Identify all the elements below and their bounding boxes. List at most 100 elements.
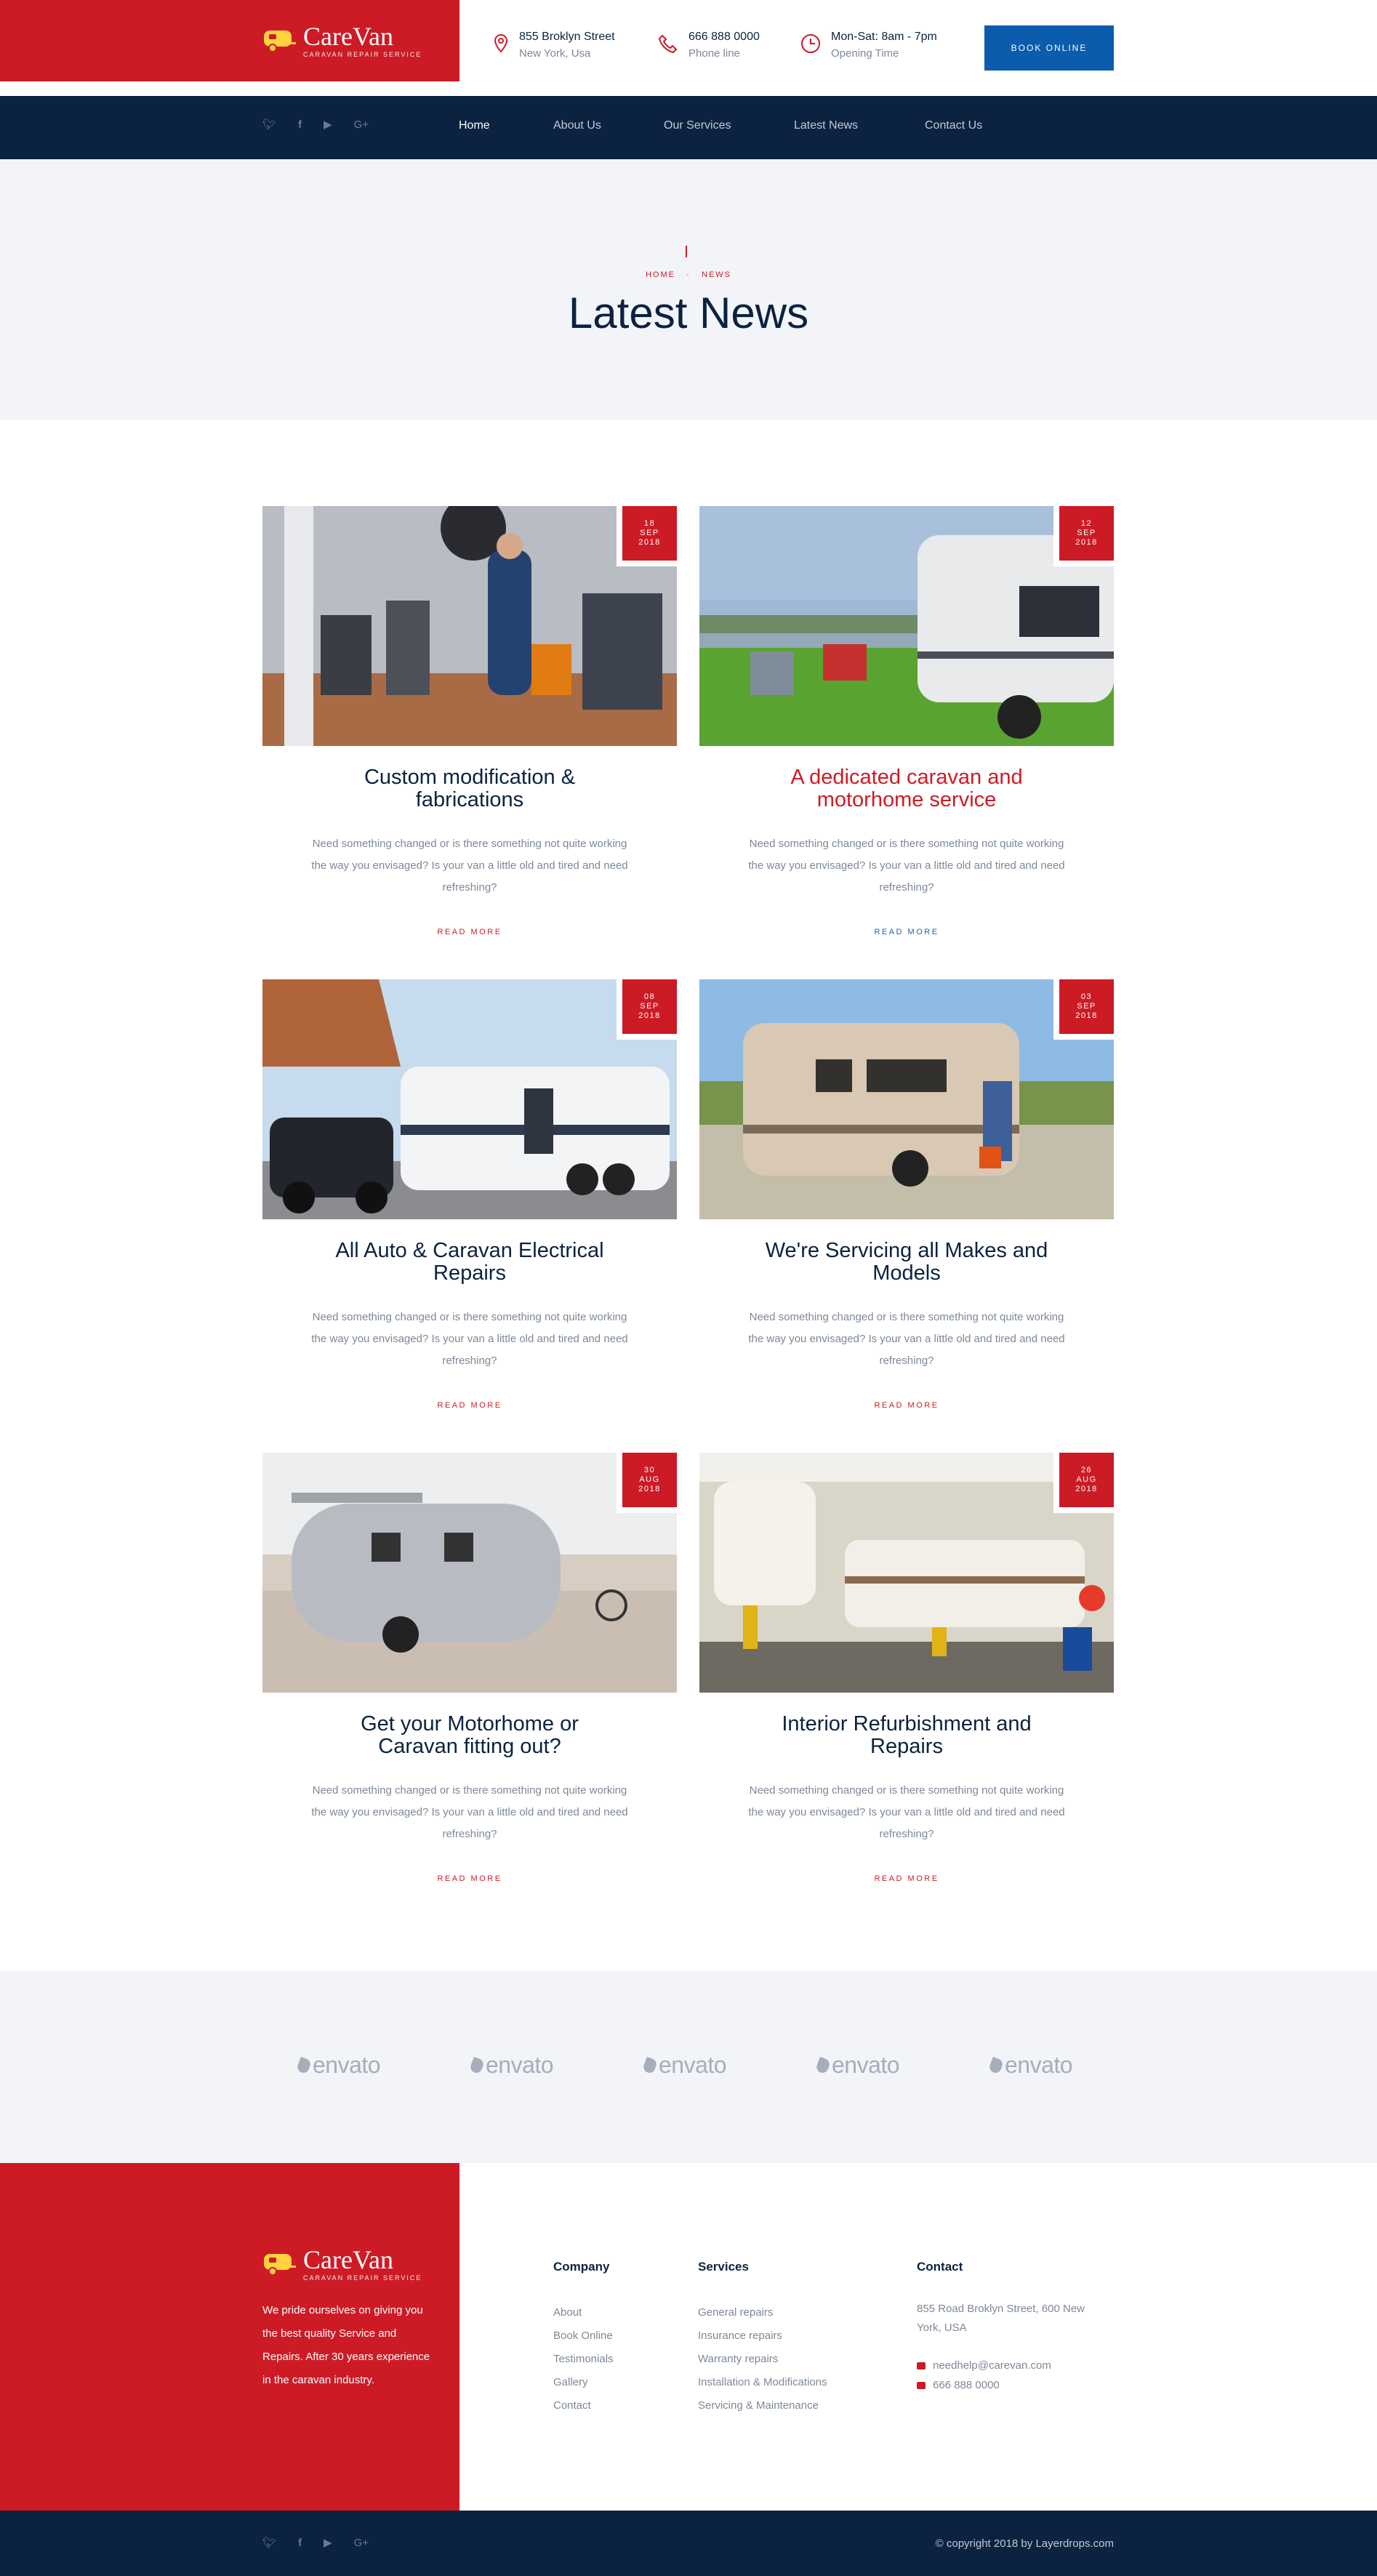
phone-line2: Phone line (688, 47, 740, 60)
news-card: 03 SEP 2018 We're Servicing all Makes and … (699, 974, 1120, 1430)
post-title[interactable]: We're Servicing all Makes and Models (699, 1240, 1114, 1285)
news-card: 08 SEP 2018 All Auto & Caravan Electrical … (262, 974, 683, 1430)
footer-link-book-online[interactable]: Book Online (553, 2324, 614, 2348)
logo-name: CareVan (303, 22, 393, 51)
post-excerpt: Need something changed or is there somet… (311, 838, 628, 894)
post-image[interactable] (262, 979, 677, 1219)
footer-company-title: Company (553, 2260, 610, 2274)
footer-link-general-repairs[interactable]: General repairs (698, 2301, 827, 2324)
logo-tagline: Caravan Repair Service (303, 2274, 422, 2282)
header-hours: Mon-Sat: 8am - 7pm Opening Time (800, 29, 937, 63)
partner-logo[interactable]: envato (296, 2052, 381, 2079)
caravan-logo-icon (264, 31, 296, 52)
news-card: 26 AUG 2018 Interior Refurbishment and Rep… (699, 1447, 1120, 1903)
footer-link-installation[interactable]: Installation & Modifications (698, 2371, 827, 2394)
youtube-icon[interactable]: ▶ (324, 2536, 332, 2549)
post-title[interactable]: Interior Refurbishment and Repairs (699, 1713, 1114, 1758)
envato-leaf-icon (988, 2056, 1004, 2074)
post-image[interactable] (262, 506, 677, 746)
news-card: 18 SEP 2018 Custom modification & fabricat… (262, 500, 683, 957)
read-more-link[interactable]: READ MORE (699, 928, 1114, 936)
hero-accent (686, 246, 687, 257)
footer-about-text: We pride ourselves on giving you the bes… (262, 2304, 430, 2386)
footer-link-testimonials[interactable]: Testimonials (553, 2348, 614, 2371)
post-excerpt: Need something changed or is there somet… (748, 1311, 1065, 1367)
envato-leaf-icon (296, 2056, 312, 2074)
social-links: 🐦︎ f ▶ G+ (262, 118, 369, 132)
post-excerpt: Need something changed or is there somet… (748, 1784, 1065, 1840)
partner-logo[interactable]: envato (988, 2052, 1073, 2079)
post-title[interactable]: Get your Motorhome or Caravan fitting ou… (262, 1713, 677, 1758)
footer-services-links: General repairs Insurance repairs Warran… (698, 2301, 827, 2417)
breadcrumb-current: NEWS (702, 270, 731, 279)
read-more-link[interactable]: READ MORE (262, 1874, 677, 1883)
caravan-logo-icon (264, 2254, 296, 2276)
post-image[interactable] (699, 1453, 1114, 1693)
youtube-icon[interactable]: ▶ (324, 118, 332, 131)
post-date-badge: 30 AUG 2018 (617, 1447, 683, 1513)
facebook-icon[interactable]: f (298, 119, 302, 131)
footer-link-warranty-repairs[interactable]: Warranty repairs (698, 2348, 827, 2371)
twitter-icon[interactable]: 🐦︎ (262, 118, 276, 131)
post-title[interactable]: Custom modification & fabrications (262, 766, 677, 811)
post-title[interactable]: A dedicated caravan and motorhome servic… (699, 766, 1114, 811)
partner-logo[interactable]: envato (642, 2052, 727, 2079)
logo-name: CareVan (303, 2245, 393, 2274)
post-title[interactable]: All Auto & Caravan Electrical Repairs (262, 1240, 677, 1285)
post-excerpt: Need something changed or is there somet… (311, 1784, 628, 1840)
news-card: 12 SEP 2018 A dedicated caravan and motorh… (699, 500, 1120, 957)
nav-contact-us[interactable]: Contact Us (925, 119, 982, 132)
nav-our-services[interactable]: Our Services (664, 119, 731, 132)
footer-services-title: Services (698, 2260, 749, 2274)
post-date-badge: 18 SEP 2018 (617, 500, 683, 566)
logo[interactable]: CareVan Caravan Repair Service (262, 23, 422, 58)
clock-icon (801, 34, 820, 53)
partner-logo[interactable]: envato (469, 2052, 554, 2079)
footer-company-links: About Book Online Testimonials Gallery C… (553, 2301, 614, 2417)
footer-link-contact[interactable]: Contact (553, 2394, 614, 2417)
nav-about-us[interactable]: About Us (553, 119, 601, 132)
envato-leaf-icon (642, 2056, 658, 2074)
footer-contact-address: 855 Road Broklyn Street, 600 New York, U… (917, 2303, 1085, 2334)
hours-line1: Mon-Sat: 8am - 7pm (831, 31, 937, 43)
book-online-button[interactable]: BOOK ONLINE (984, 25, 1114, 71)
header-phone: 666 888 0000 Phone line (658, 29, 760, 63)
post-image[interactable] (262, 1453, 677, 1693)
copyright: © copyright 2018 by Layerdrops.com (935, 2537, 1114, 2550)
envato-leaf-icon (469, 2056, 485, 2074)
footer-link-about[interactable]: About (553, 2301, 614, 2324)
post-date-badge: 08 SEP 2018 (617, 974, 683, 1040)
footer-link-gallery[interactable]: Gallery (553, 2371, 614, 2394)
footer-contact-phone[interactable]: 666 888 0000 (917, 2379, 1000, 2391)
read-more-link[interactable]: READ MORE (699, 1874, 1114, 1883)
post-date-badge: 12 SEP 2018 (1053, 500, 1120, 566)
footer-link-insurance-repairs[interactable]: Insurance repairs (698, 2324, 827, 2348)
map-pin-icon (494, 33, 508, 53)
footer-contact-email[interactable]: needhelp@carevan.com (917, 2359, 1051, 2372)
news-card: 30 AUG 2018 Get your Motorhome or Caravan … (262, 1447, 683, 1903)
post-image[interactable] (699, 979, 1114, 1219)
footer-contact-title: Contact (917, 2260, 963, 2274)
read-more-link[interactable]: READ MORE (262, 1401, 677, 1410)
envato-leaf-icon (815, 2056, 831, 2074)
breadcrumb-home[interactable]: HOME (646, 270, 675, 279)
read-more-link[interactable]: READ MORE (262, 928, 677, 936)
header-address: 855 Broklyn Street New York, Usa (493, 29, 615, 63)
phone-icon (917, 2381, 926, 2389)
post-image[interactable] (699, 506, 1114, 746)
breadcrumb: HOME · NEWS (0, 270, 1377, 279)
twitter-icon[interactable]: 🐦︎ (262, 2536, 276, 2549)
address-line2: New York, Usa (519, 47, 591, 60)
footer-red-extension (0, 2497, 459, 2511)
google-plus-icon[interactable]: G+ (354, 119, 369, 131)
google-plus-icon[interactable]: G+ (354, 2537, 369, 2549)
partner-logo[interactable]: envato (815, 2052, 900, 2079)
facebook-icon[interactable]: f (298, 2537, 302, 2549)
nav-home[interactable]: Home (459, 119, 490, 132)
footer-link-servicing[interactable]: Servicing & Maintenance (698, 2394, 827, 2417)
footer-bottom-bar (0, 2511, 1377, 2576)
footer-logo[interactable]: CareVan Caravan Repair Service (262, 2247, 422, 2282)
post-excerpt: Need something changed or is there somet… (748, 838, 1065, 894)
nav-latest-news[interactable]: Latest News (794, 119, 858, 132)
read-more-link[interactable]: READ MORE (699, 1401, 1114, 1410)
